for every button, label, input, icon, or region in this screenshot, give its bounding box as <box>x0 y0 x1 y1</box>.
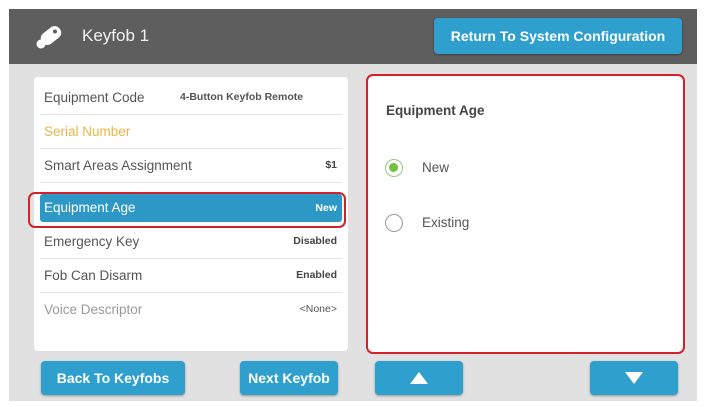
list-item-equipment-age[interactable]: Equipment Age New <box>40 194 342 222</box>
list-item-label: Fob Can Disarm <box>44 268 143 283</box>
list-item-value: Enabled <box>296 269 337 281</box>
radio-label: New <box>422 160 450 175</box>
equipment-age-panel: Equipment Age New Existing <box>366 74 685 354</box>
list-item-value: New <box>315 202 337 214</box>
list-item-voice-descriptor[interactable]: Voice Descriptor <None> <box>40 293 342 327</box>
radio-label: Existing <box>422 215 470 230</box>
list-item-label: Smart Areas Assignment <box>44 158 192 173</box>
list-item-label: Voice Descriptor <box>44 302 143 317</box>
next-keyfob-button[interactable]: Next Keyfob <box>240 361 338 395</box>
arrow-down-icon <box>625 372 643 384</box>
list-item-label: Equipment Code <box>44 90 145 105</box>
radio-dot <box>389 163 398 172</box>
list-item-value: $1 <box>325 159 337 171</box>
page-title: Keyfob 1 <box>82 26 150 45</box>
list-item-smart-areas-assignment[interactable]: Smart Areas Assignment $1 <box>40 149 342 183</box>
detail-title: Equipment Age <box>386 103 485 118</box>
keyfob-settings-screen: Keyfob 1 Return To System Configuration … <box>9 9 697 401</box>
list-item-value: 4-Button Keyfob Remote <box>180 91 304 103</box>
radio-option-existing[interactable]: Existing <box>385 212 585 236</box>
list-item-value: Disabled <box>293 235 337 247</box>
radio-button[interactable] <box>385 214 403 232</box>
back-to-keyfobs-button[interactable]: Back To Keyfobs <box>41 361 185 395</box>
list-item-value: <None> <box>299 303 337 315</box>
list-item-label: Equipment Age <box>44 200 136 215</box>
radio-button-checked[interactable] <box>385 159 403 177</box>
return-to-system-configuration-button[interactable]: Return To System Configuration <box>434 18 682 54</box>
list-item-fob-can-disarm[interactable]: Fob Can Disarm Enabled <box>40 259 342 293</box>
list-item-serial-number[interactable]: Serial Number <box>40 115 342 149</box>
scroll-up-button[interactable] <box>375 361 463 395</box>
radio-option-new[interactable]: New <box>385 157 585 181</box>
list-item-emergency-key[interactable]: Emergency Key Disabled <box>40 225 342 259</box>
keyfob-icon <box>36 26 62 49</box>
header-bar: Keyfob 1 Return To System Configuration <box>9 9 697 64</box>
list-item-label: Emergency Key <box>44 234 140 249</box>
scroll-down-button[interactable] <box>590 361 678 395</box>
list-item-label: Serial Number <box>44 124 131 139</box>
equipment-settings-list: Equipment Code 4-Button Keyfob Remote Se… <box>34 77 348 351</box>
arrow-up-icon <box>410 372 428 384</box>
list-item-equipment-code[interactable]: Equipment Code 4-Button Keyfob Remote <box>40 81 342 115</box>
